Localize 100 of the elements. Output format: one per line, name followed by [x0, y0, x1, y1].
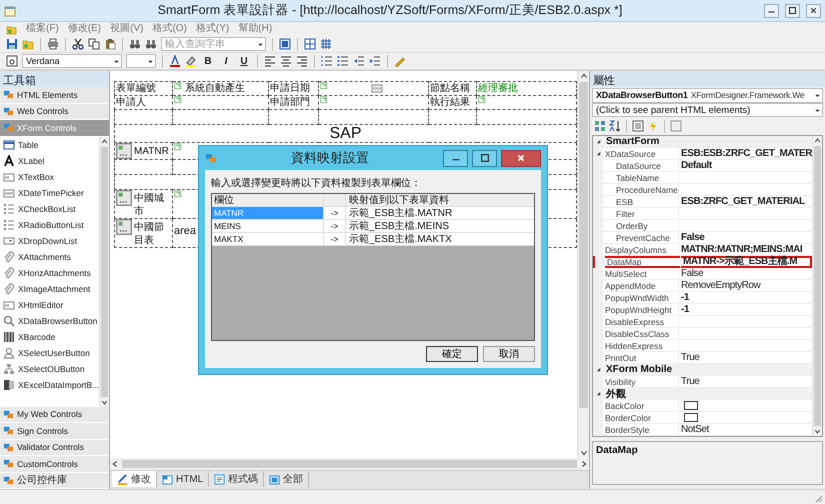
sort-az-icon[interactable]	[609, 120, 621, 132]
toolbox-item[interactable]: XExcelDataImportB...	[0, 376, 99, 392]
maximize-button[interactable]	[472, 150, 497, 166]
format-button[interactable]: B	[201, 54, 215, 68]
copy-icon[interactable]	[88, 38, 100, 50]
property-row[interactable]: OrderBy	[593, 220, 812, 232]
toolbox-item[interactable]: XTextBox	[0, 168, 99, 184]
toolbox-item[interactable]: XDataBrowserButton	[0, 312, 99, 328]
ok-button[interactable]: 確定	[426, 346, 478, 362]
menu-item[interactable]: 視圖(V)	[110, 23, 144, 35]
property-row[interactable]: TableName	[593, 172, 812, 184]
align-right-icon[interactable]	[296, 55, 308, 67]
toolbox-group[interactable]: 公司控件庫	[0, 472, 109, 489]
highlight-icon[interactable]	[185, 55, 197, 67]
property-row[interactable]: XDataSource ESB:ESB:ZRFC_GET_MATER	[593, 148, 812, 160]
outdent-icon[interactable]	[353, 55, 365, 67]
grid-icon[interactable]	[320, 38, 332, 50]
toolbox-item[interactable]: XBarcode	[0, 328, 99, 344]
toolbox-group[interactable]: Web Controls	[0, 104, 109, 120]
scrollbar[interactable]	[812, 136, 822, 436]
property-row[interactable]: DisplayColumns MATNR:MATNR;MEINS:MAI	[593, 244, 812, 256]
toolbox-item[interactable]: XRadioButtonList	[0, 216, 99, 232]
toolbox-item[interactable]: XSelectOUButton	[0, 360, 99, 376]
print-icon[interactable]	[47, 38, 59, 50]
property-row[interactable]: DisableExpress	[593, 316, 812, 328]
menu-item[interactable]: 修改(E)	[68, 23, 102, 35]
mapping-row[interactable]: MEINS -> 示範_ESB主檔.MEINS	[212, 220, 534, 233]
minimize-button[interactable]	[764, 4, 779, 18]
close-button[interactable]	[501, 150, 541, 166]
property-row[interactable]: BackColor	[593, 400, 812, 412]
indent-icon[interactable]	[369, 55, 381, 67]
find-icon[interactable]	[129, 38, 141, 50]
font-dropdown[interactable]: Verdana	[22, 54, 122, 68]
toolbox-item[interactable]: XLabel	[0, 152, 99, 168]
mapping-row[interactable]: MAKTX -> 示範_ESB主檔.MAKTX	[212, 233, 534, 246]
category-label[interactable]: 外觀	[603, 386, 626, 400]
menu-item[interactable]: 檔案(F)	[26, 23, 59, 35]
property-row[interactable]: MultiSelect False	[593, 268, 812, 280]
property-row[interactable]: BorderStyle NotSet	[593, 424, 812, 436]
paste-icon[interactable]	[104, 38, 116, 50]
property-row[interactable]: PreventCache False	[593, 232, 812, 244]
object-dropdown[interactable]: XDataBrowserButton1 XFormDesigner.Framework.We	[592, 88, 823, 103]
properties-icon[interactable]	[632, 120, 644, 132]
numbered-list-icon[interactable]	[321, 55, 333, 67]
design-view-icon[interactable]	[279, 38, 291, 50]
close-button[interactable]	[806, 4, 821, 18]
toolbox-group[interactable]: My Web Controls	[0, 406, 109, 423]
toolbox-item[interactable]: XDateTimePicker	[0, 184, 99, 200]
cancel-button[interactable]: 取消	[483, 346, 535, 362]
property-row[interactable]: DisableCssClass	[593, 328, 812, 340]
property-row[interactable]: BorderColor	[593, 412, 812, 424]
format-button[interactable]: I	[219, 54, 233, 68]
font-color-icon[interactable]	[169, 55, 181, 67]
property-row[interactable]: Filter	[593, 208, 812, 220]
align-left-icon[interactable]	[264, 55, 276, 67]
toolbox-item[interactable]: XSelectUserButton	[0, 344, 99, 360]
property-row[interactable]: PopupWndWidth -1	[593, 292, 812, 304]
toolbox-group[interactable]: Sign Controls	[0, 423, 109, 440]
property-row[interactable]: HiddenExpress	[593, 340, 812, 352]
pencil-icon[interactable]	[394, 55, 406, 67]
bullet-list-icon[interactable]	[337, 55, 349, 67]
toolbox-item[interactable]: XHtmlEditor	[0, 296, 99, 312]
menu-item[interactable]: 格式(O)	[152, 23, 187, 35]
property-row[interactable]: PopupWndHeight -1	[593, 304, 812, 316]
collapse-icon[interactable]	[594, 150, 602, 157]
collapse-icon[interactable]	[594, 138, 602, 145]
scrollbar[interactable]	[99, 136, 109, 406]
toolbox-item[interactable]: XHorizAttachments	[0, 264, 99, 280]
property-row[interactable]: ProcedureName	[593, 184, 812, 196]
app-menu-icon[interactable]	[6, 24, 17, 34]
collapse-icon[interactable]	[594, 390, 602, 397]
color-swatch[interactable]	[684, 413, 698, 422]
property-row[interactable]: DataMap MATNR->示範_ESB主檔.M	[593, 256, 812, 268]
split-view-icon[interactable]	[304, 38, 316, 50]
view-tab[interactable]: 修改	[112, 471, 157, 487]
font-icon[interactable]	[6, 55, 18, 67]
property-row[interactable]: DataSource Default	[593, 160, 812, 172]
toolbox-item[interactable]: XCheckBoxList	[0, 200, 99, 216]
toolbox-group[interactable]: HTML Elements	[0, 87, 109, 104]
toolbox-item[interactable]: XAttachments	[0, 248, 99, 264]
mapping-row[interactable]: MATNR -> 示範_ESB主檔.MATNR	[212, 207, 534, 220]
find-next-icon[interactable]	[145, 38, 157, 50]
toolbox-group[interactable]: CustomControls	[0, 456, 109, 472]
scrollbar[interactable]	[577, 71, 589, 458]
save-icon[interactable]	[6, 38, 18, 50]
toolbox-item[interactable]: XImageAttachment	[0, 280, 99, 296]
property-row[interactable]: ESB ESB:ZRFC_GET_MATERIAL	[593, 196, 812, 208]
property-row[interactable]: AppendMode RemoveEmptyRow	[593, 280, 812, 292]
toolbox-group[interactable]: Validator Controls	[0, 440, 109, 456]
menu-item[interactable]: 格式(Y)	[196, 23, 230, 35]
scrollbar[interactable]	[110, 458, 589, 470]
color-swatch[interactable]	[684, 401, 698, 410]
toolbox-item[interactable]: XDropDownList	[0, 232, 99, 248]
toolbox-item[interactable]: Table	[0, 136, 99, 152]
maximize-button[interactable]	[785, 4, 800, 18]
parent-element-dropdown[interactable]: (Click to see parent HTML elements)	[592, 103, 823, 117]
menu-item[interactable]: 幫助(H)	[238, 23, 272, 35]
cut-icon[interactable]	[72, 38, 84, 50]
format-button[interactable]: U	[237, 54, 251, 68]
align-center-icon[interactable]	[280, 55, 292, 67]
